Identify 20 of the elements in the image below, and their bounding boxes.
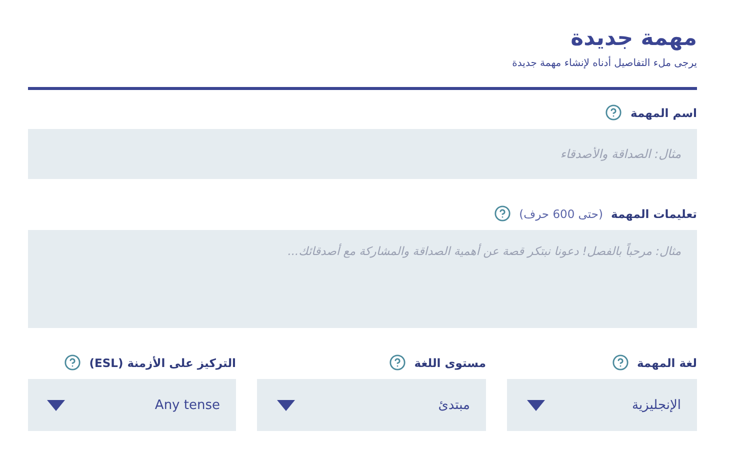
field-label: تعليمات المهمة (610, 206, 697, 220)
field-label: اسم المهمة (630, 106, 697, 120)
page-title: مهمة جديدة (570, 25, 697, 53)
help-icon[interactable] (612, 354, 629, 371)
help-icon[interactable] (605, 104, 622, 121)
dropdown[interactable]: الإنجليزية (507, 379, 697, 431)
field-label: لغة المهمة (636, 356, 697, 370)
caret-icon (277, 400, 295, 410)
caret-icon (47, 400, 65, 410)
field-label: مستوى اللغة (414, 356, 486, 370)
help-icon[interactable] (64, 354, 82, 371)
instructions-field[interactable]: مثال: مرحباً بالفصل! دعونا نبتكر قصة عن أهمية الصداقة والمشاركة مع أصدقائك... (28, 230, 697, 328)
field-label: التركيز على الأزمنة (ESL) (89, 356, 236, 370)
help-icon[interactable] (494, 205, 512, 222)
caret-icon (527, 400, 545, 410)
limit-note: (حتى 600 حرف) (519, 206, 603, 220)
dropdown[interactable]: مبتدئ (257, 379, 486, 431)
dropdown[interactable]: Any tense (28, 379, 236, 431)
page-subtitle: يرجى ملء التفاصيل أدناه لإنشاء مهمة جديدة (511, 58, 697, 69)
help-icon[interactable] (389, 354, 406, 371)
